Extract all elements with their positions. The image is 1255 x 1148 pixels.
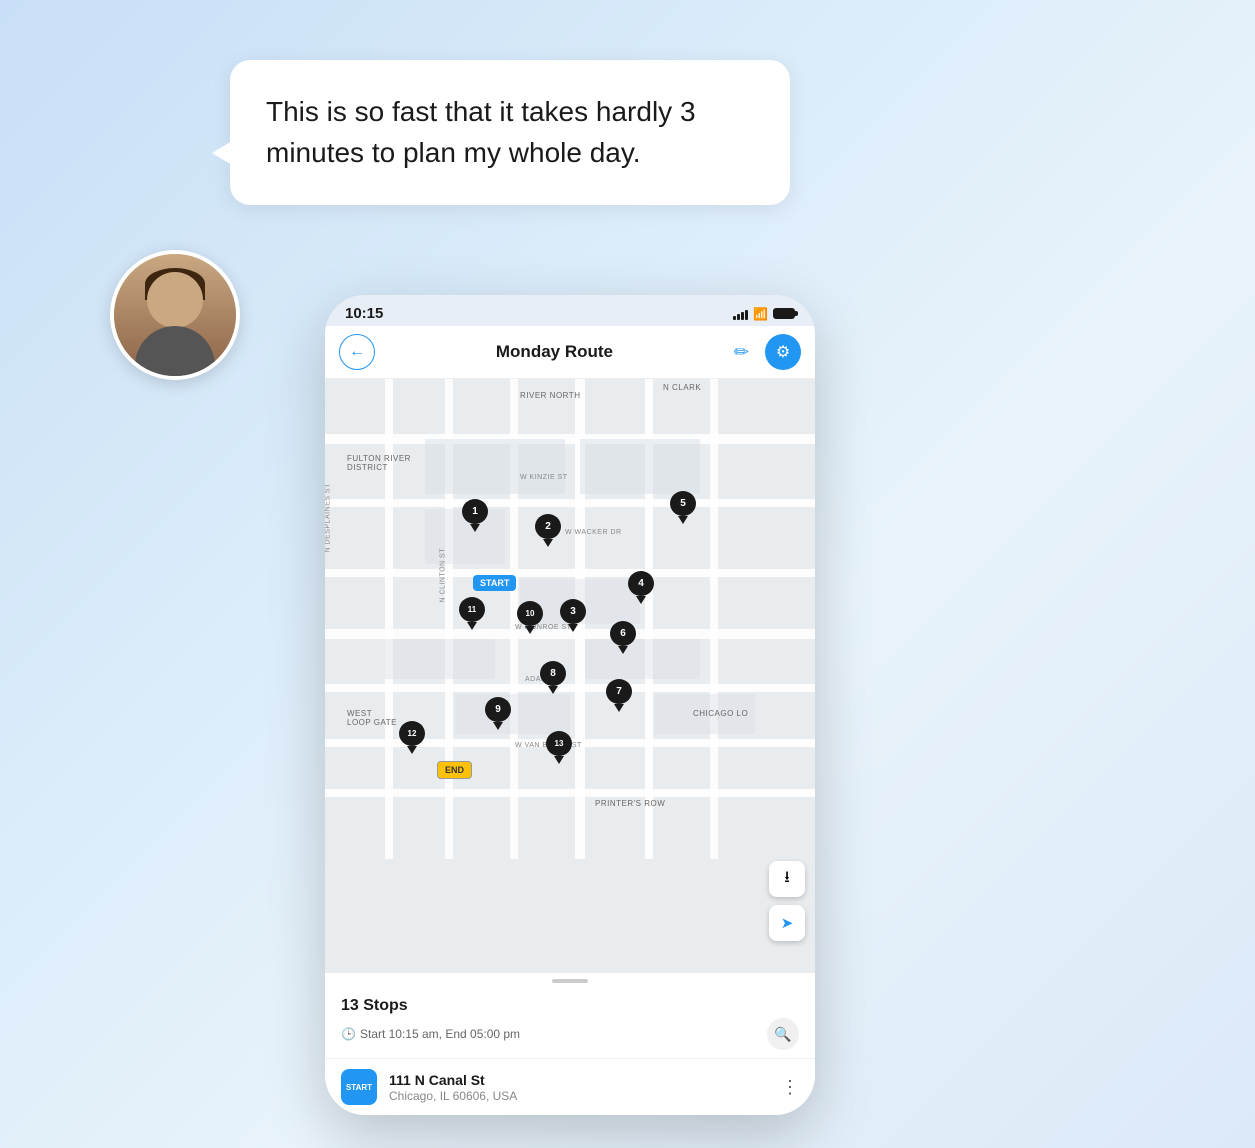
back-button[interactable]: ← <box>339 334 375 370</box>
avatar-body <box>135 326 215 376</box>
speech-bubble-text: This is so fast that it takes hardly 3 m… <box>266 96 696 168</box>
stop-number-9: 9 <box>485 697 511 722</box>
layers-icon: ⭳ <box>784 866 790 893</box>
stop-number-3: 3 <box>560 599 586 624</box>
map-label-n-clark: N Clark <box>663 383 701 392</box>
stop-pin-6[interactable]: 6 <box>609 621 637 654</box>
end-marker: END <box>437 761 472 779</box>
status-bar: 10:15 📶 <box>325 295 815 326</box>
stop-pin-4[interactable]: 4 <box>627 571 655 604</box>
map-label-desplaines: N Desplaines St <box>325 483 332 552</box>
stop-pin-5[interactable]: 5 <box>669 491 697 524</box>
stop-row-info: 111 N Canal St Chicago, IL 60606, USA <box>389 1072 769 1103</box>
search-button[interactable]: 🔍 <box>767 1018 799 1050</box>
stop-number-12: 12 <box>399 721 425 746</box>
route-info: 13 Stops 🕒 Start 10:15 am, End 05:00 pm … <box>325 987 815 1058</box>
avatar-face <box>147 272 203 328</box>
speech-bubble: This is so fast that it takes hardly 3 m… <box>230 60 790 205</box>
map-label-chicago-lo: CHICAGO LO <box>693 709 748 718</box>
stop-pin-1[interactable]: 1 <box>461 499 489 532</box>
stop-number-11: 11 <box>459 597 485 622</box>
clock-icon: 🕒 <box>341 1027 356 1041</box>
start-badge: START <box>341 1069 377 1105</box>
stop-pin-11[interactable]: 11 <box>458 597 486 630</box>
map-label-printers-row: PRINTER'S ROW <box>595 799 665 808</box>
stop-number-8: 8 <box>540 661 566 686</box>
map-label-kinzie: W Kinzie St <box>520 474 568 481</box>
stop-pin-8[interactable]: 8 <box>539 661 567 694</box>
stop-number-2: 2 <box>535 514 561 539</box>
time-range: Start 10:15 am, End 05:00 pm <box>360 1027 520 1041</box>
map-area[interactable]: RIVER NORTH FULTON RIVERDISTRICT WESTLOO… <box>325 379 815 973</box>
header-bar: ← Monday Route ✏ ⚙ <box>325 326 815 379</box>
battery-icon <box>773 308 795 319</box>
avatar <box>110 250 240 380</box>
route-time-info: 🕒 Start 10:15 am, End 05:00 pm 🔍 <box>341 1018 799 1050</box>
map-layers-button[interactable]: ⭳ <box>769 861 805 897</box>
settings-icon: ⚙ <box>776 342 790 362</box>
handle-bar <box>552 979 588 983</box>
stop-number-5: 5 <box>670 491 696 516</box>
stop-number-13: 13 <box>546 731 572 756</box>
back-icon: ← <box>349 343 365 361</box>
stop-number-6: 6 <box>610 621 636 646</box>
route-title: Monday Route <box>385 342 724 362</box>
wifi-icon: 📶 <box>753 307 768 321</box>
map-label-wacker: W Wacker Dr <box>565 529 622 536</box>
stop-menu-button[interactable]: ⋮ <box>781 1077 799 1098</box>
stop-number-10: 10 <box>517 601 543 626</box>
map-label-fulton: FULTON RIVERDISTRICT <box>347 454 411 472</box>
map-location-button[interactable]: ➤ <box>769 905 805 941</box>
map-label-clinton: N Clinton St <box>440 548 447 603</box>
location-icon: ➤ <box>781 914 794 932</box>
start-marker: START <box>473 575 516 591</box>
phone-mockup: 10:15 📶 ← Monday Route ✏ ⚙ <box>325 295 815 1115</box>
stop-pin-9[interactable]: 9 <box>484 697 512 730</box>
signal-icon <box>733 308 748 320</box>
search-icon: 🔍 <box>774 1026 791 1043</box>
stop-pin-2[interactable]: 2 <box>534 514 562 547</box>
stop-number-7: 7 <box>606 679 632 704</box>
status-icons: 📶 <box>733 307 795 321</box>
stop-pin-7[interactable]: 7 <box>605 679 633 712</box>
status-time: 10:15 <box>345 305 383 322</box>
stop-number-1: 1 <box>462 499 488 524</box>
stop-address: 111 N Canal St <box>389 1072 769 1088</box>
map-label-river-north: RIVER NORTH <box>520 391 580 400</box>
edit-button[interactable]: ✏ <box>734 342 749 363</box>
stop-number-4: 4 <box>628 571 654 596</box>
stops-count: 13 Stops <box>341 997 799 1015</box>
stop-pin-12[interactable]: 12 <box>398 721 426 754</box>
stop-pin-10[interactable]: 10 <box>516 601 544 634</box>
stop-row-start[interactable]: START 111 N Canal St Chicago, IL 60606, … <box>325 1058 815 1115</box>
stop-city: Chicago, IL 60606, USA <box>389 1089 769 1103</box>
stop-pin-13[interactable]: 13 <box>545 731 573 764</box>
route-time-text: 🕒 Start 10:15 am, End 05:00 pm <box>341 1027 520 1041</box>
settings-button[interactable]: ⚙ <box>765 334 801 370</box>
stop-pin-3[interactable]: 3 <box>559 599 587 632</box>
map-label-west-loop: WESTLOOP GATE <box>347 709 397 727</box>
bottom-sheet-handle[interactable] <box>325 973 815 987</box>
